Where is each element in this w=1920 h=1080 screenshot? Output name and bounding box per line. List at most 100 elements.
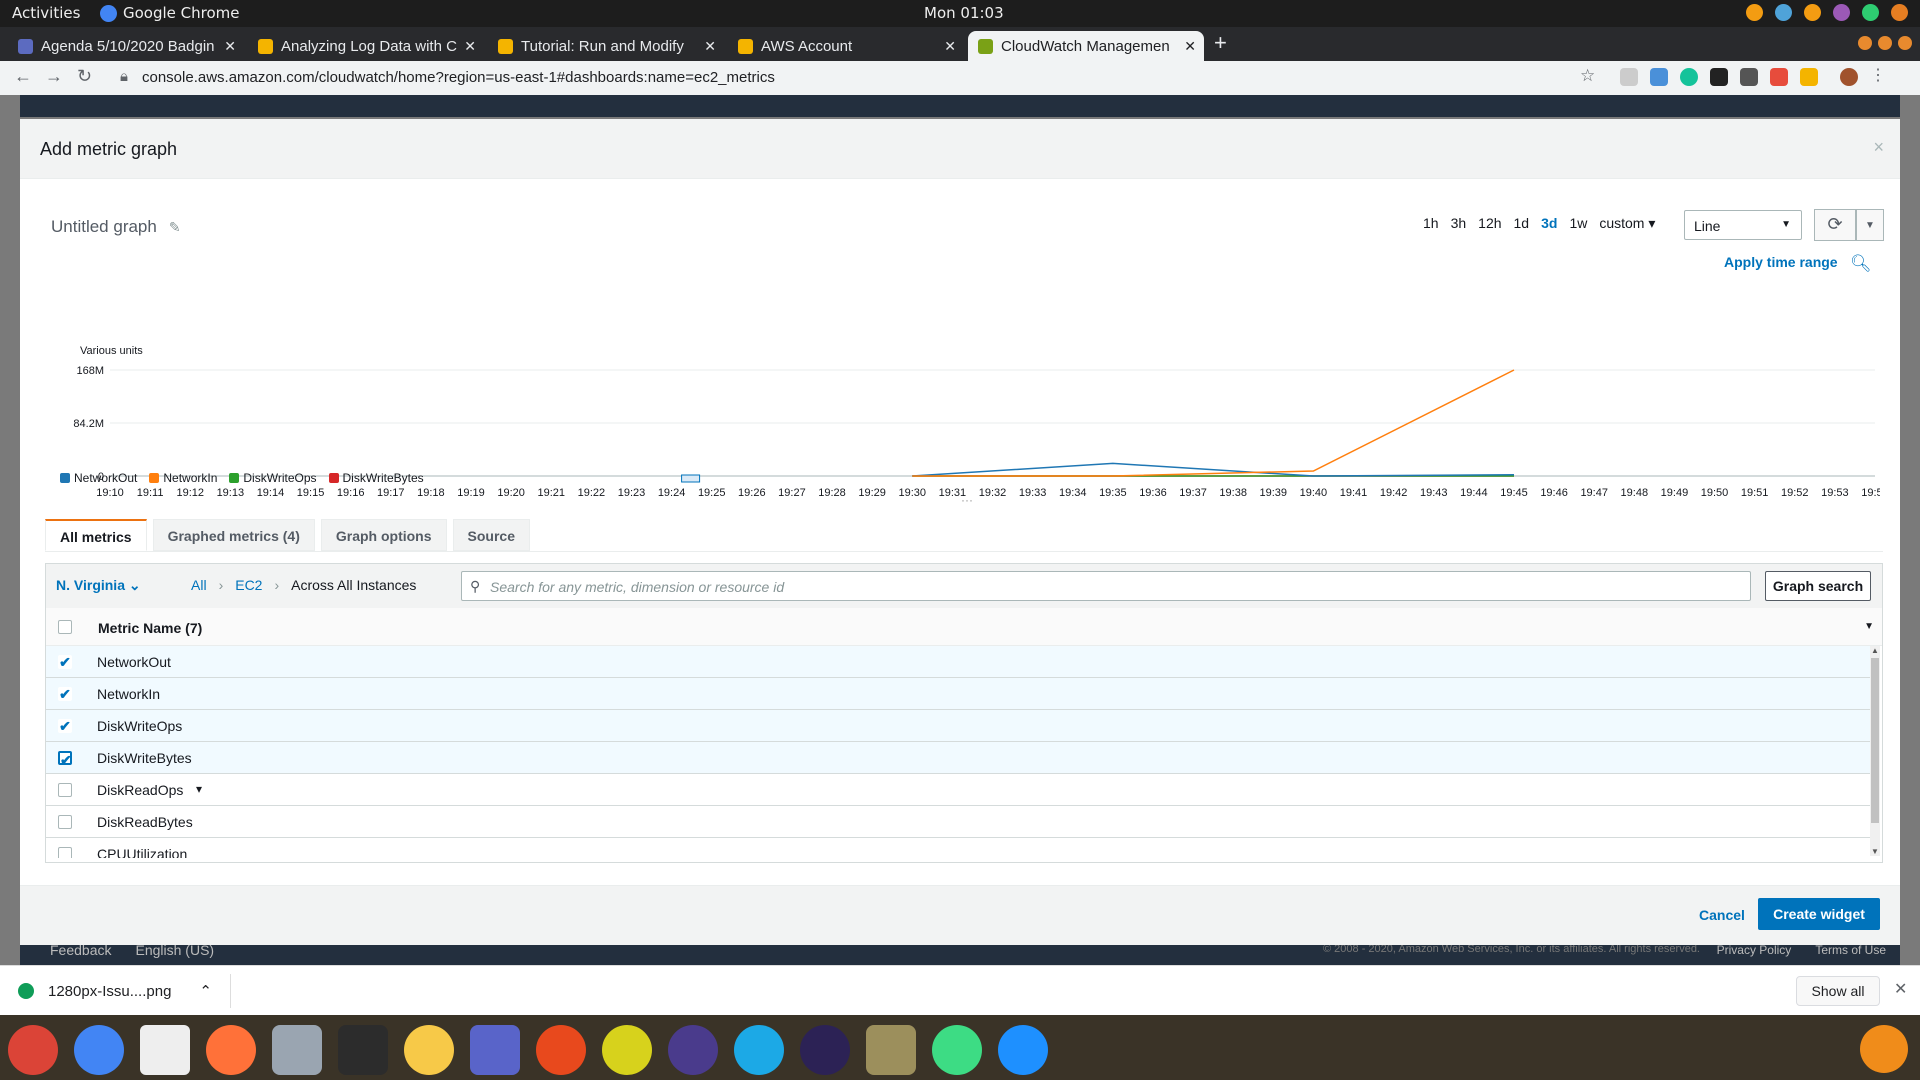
chromium-icon[interactable]: [74, 1025, 124, 1075]
forward-icon[interactable]: →: [45, 66, 63, 87]
minimize-icon[interactable]: [1858, 36, 1872, 50]
table-row[interactable]: NetworkIn: [46, 678, 1872, 710]
profile-avatar[interactable]: [1840, 68, 1858, 86]
table-row[interactable]: DiskReadOps ▾: [46, 774, 1872, 806]
music-icon[interactable]: [404, 1025, 454, 1075]
select-all-checkbox[interactable]: [58, 620, 72, 634]
address-bar[interactable]: 🔒︎ console.aws.amazon.com/cloudwatch/hom…: [110, 65, 1570, 91]
back-icon[interactable]: ←: [14, 66, 32, 87]
metric-checkbox[interactable]: [58, 815, 72, 829]
sort-icon[interactable]: ▼: [1864, 621, 1874, 632]
apply-time-range-link[interactable]: Apply time range: [1724, 254, 1838, 270]
webcam-icon[interactable]: [734, 1025, 784, 1075]
table-row[interactable]: CPUUtilization: [46, 838, 1872, 858]
download-item[interactable]: 1280px-Issu....png ⌃: [18, 982, 212, 1000]
breadcrumb-all[interactable]: All: [191, 577, 207, 593]
breadcrumb-ec2[interactable]: EC2: [235, 577, 262, 593]
extension-icon[interactable]: [1650, 68, 1668, 86]
chrome-icon[interactable]: [8, 1025, 58, 1075]
metric-actions-dropdown[interactable]: ▾: [196, 782, 202, 796]
weather-icon[interactable]: [1775, 4, 1792, 21]
range-1d[interactable]: 1d: [1514, 215, 1530, 232]
column-metric-name[interactable]: Metric Name (7): [98, 620, 202, 636]
metric-checkbox[interactable]: [58, 719, 72, 733]
table-row[interactable]: DiskWriteOps: [46, 710, 1872, 742]
range-custom[interactable]: custom ▾: [1599, 215, 1655, 232]
close-icon[interactable]: ✕: [1894, 979, 1907, 999]
cancel-button[interactable]: Cancel: [1699, 907, 1745, 923]
chrome-menu-icon[interactable]: ⋮: [1870, 68, 1888, 86]
document-icon[interactable]: [470, 1025, 520, 1075]
activities-button[interactable]: Activities: [12, 4, 80, 22]
firefox-icon[interactable]: [206, 1025, 256, 1075]
privacy-link[interactable]: Privacy Policy: [1717, 943, 1792, 957]
metric-checkbox[interactable]: [58, 751, 72, 765]
power-icon[interactable]: [1891, 4, 1908, 21]
resize-handle[interactable]: ···: [961, 493, 973, 507]
pencil-icon[interactable]: ✎: [169, 219, 181, 236]
tab-graphed-metrics[interactable]: Graphed metrics (4): [152, 519, 315, 551]
legend-item[interactable]: NetworkOut: [60, 471, 137, 485]
tab-source[interactable]: Source: [452, 519, 530, 551]
table-row[interactable]: DiskReadBytes: [46, 806, 1872, 838]
calendar-icon[interactable]: [140, 1025, 190, 1075]
metric-checkbox[interactable]: [58, 847, 72, 858]
browser-tab[interactable]: AWS Account ✕: [728, 31, 964, 61]
system-tray[interactable]: [1746, 4, 1908, 21]
legend-item[interactable]: DiskWriteOps: [229, 471, 317, 485]
help-icon[interactable]: [602, 1025, 652, 1075]
metric-search-input[interactable]: ⚲ Search for any metric, dimension or re…: [461, 571, 1751, 601]
legend-item[interactable]: DiskWriteBytes: [328, 471, 424, 485]
metric-checkbox[interactable]: [58, 783, 72, 797]
terms-link[interactable]: Terms of Use: [1815, 943, 1886, 957]
scrollbar[interactable]: ▲ ▼: [1870, 646, 1880, 856]
close-tab-icon[interactable]: ✕: [464, 38, 476, 55]
scroll-up-icon[interactable]: ▲: [1871, 646, 1879, 655]
browser-tab[interactable]: Tutorial: Run and Modify ✕: [488, 31, 724, 61]
scroll-down-icon[interactable]: ▼: [1871, 847, 1879, 856]
browser-tab[interactable]: Agenda 5/10/2020 Badgin ✕: [8, 31, 244, 61]
metric-checkbox[interactable]: [58, 687, 72, 701]
mail-icon[interactable]: [668, 1025, 718, 1075]
app-menu[interactable]: Google Chrome: [100, 4, 240, 22]
refresh-options-button[interactable]: ▼: [1856, 209, 1884, 241]
range-3d[interactable]: 3d: [1541, 215, 1557, 232]
table-row[interactable]: DiskWriteBytes: [46, 742, 1872, 774]
region-selector[interactable]: N. Virginia ⌄: [56, 577, 141, 594]
tab-all-metrics[interactable]: All metrics: [45, 519, 147, 551]
close-tab-icon[interactable]: ✕: [1184, 38, 1196, 55]
chevron-up-icon[interactable]: ⌃: [199, 982, 212, 1000]
clock[interactable]: Mon 01:03: [924, 4, 1004, 22]
range-1h[interactable]: 1h: [1423, 215, 1439, 232]
grammarly-icon[interactable]: [1680, 68, 1698, 86]
graph-search-button[interactable]: Graph search: [1765, 571, 1871, 601]
cast-icon[interactable]: [1740, 68, 1758, 86]
extension-icon[interactable]: [1710, 68, 1728, 86]
tab-graph-options[interactable]: Graph options: [320, 519, 447, 551]
terminal-icon[interactable]: [338, 1025, 388, 1075]
extension-icon[interactable]: [1620, 68, 1638, 86]
wifi-icon[interactable]: [1804, 4, 1821, 21]
close-tab-icon[interactable]: ✕: [224, 38, 236, 55]
close-window-icon[interactable]: [1898, 36, 1912, 50]
show-all-button[interactable]: Show all: [1796, 976, 1880, 1006]
close-tab-icon[interactable]: ✕: [704, 38, 716, 55]
android-studio-icon[interactable]: [932, 1025, 982, 1075]
browser-tab[interactable]: Analyzing Log Data with C ✕: [248, 31, 484, 61]
range-3h[interactable]: 3h: [1451, 215, 1467, 232]
archive-icon[interactable]: [866, 1025, 916, 1075]
scrollbar-thumb[interactable]: [1871, 658, 1879, 823]
extension-icon[interactable]: [1770, 68, 1788, 86]
table-row[interactable]: NetworkOut: [46, 646, 1872, 678]
download-icon[interactable]: [536, 1025, 586, 1075]
show-applications-icon[interactable]: [1860, 1025, 1908, 1073]
metric-checkbox[interactable]: [58, 655, 72, 669]
eclipse-icon[interactable]: [800, 1025, 850, 1075]
close-icon[interactable]: ×: [1873, 137, 1884, 158]
graph-title[interactable]: Untitled graph ✎: [51, 217, 181, 237]
maximize-icon[interactable]: [1878, 36, 1892, 50]
new-tab-icon[interactable]: +: [1214, 30, 1227, 56]
reload-icon[interactable]: ↻: [77, 66, 92, 87]
upload-icon[interactable]: [998, 1025, 1048, 1075]
battery-icon[interactable]: [1862, 4, 1879, 21]
